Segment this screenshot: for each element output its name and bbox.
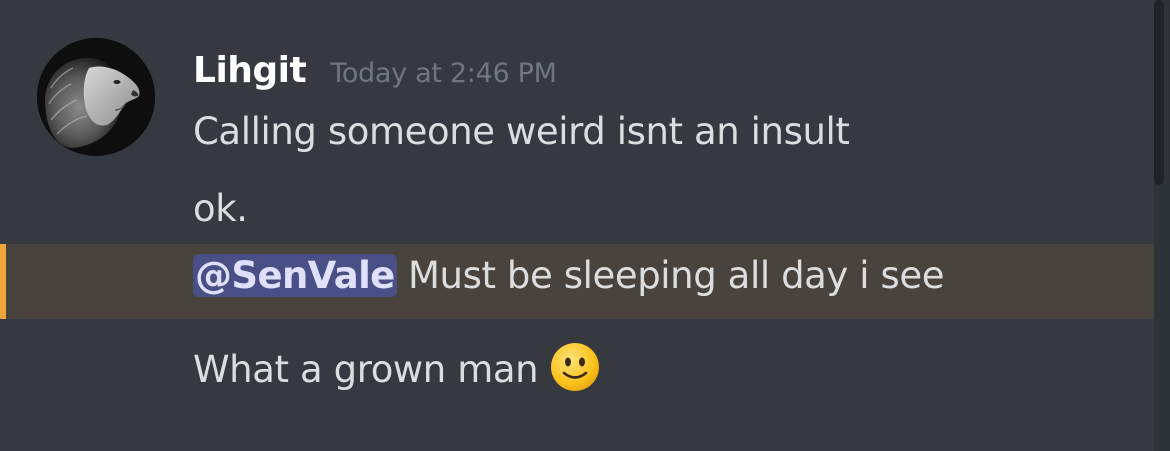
mention-highlight-row: @SenVale Must be sleeping all day i see: [0, 244, 1170, 319]
message-line: ok.: [193, 187, 248, 230]
user-avatar[interactable]: [37, 38, 155, 156]
message-line-text: What a grown man: [193, 348, 539, 391]
author-username[interactable]: Lihgit: [193, 50, 307, 91]
message-line-with-emoji: What a grown man: [193, 342, 600, 401]
scrollbar-track[interactable]: [1154, 0, 1170, 451]
mention-message-line: @SenVale Must be sleeping all day i see: [193, 254, 945, 297]
message-header: Lihgit Today at 2:46 PM: [193, 50, 557, 100]
lion-avatar-icon: [37, 38, 155, 156]
user-mention[interactable]: @SenVale: [193, 254, 397, 297]
slightly-smiling-face-icon: [550, 342, 600, 401]
message-timestamp[interactable]: Today at 2:46 PM: [330, 58, 557, 89]
scrollbar-thumb[interactable]: [1154, 0, 1164, 185]
mention-message-text: Must be sleeping all day i see: [396, 254, 945, 297]
message-line: Calling someone weird isnt an insult: [193, 110, 850, 153]
mention-indicator-bar: [0, 244, 6, 319]
message-group: Lihgit Today at 2:46 PM Calling someone …: [0, 0, 1170, 451]
